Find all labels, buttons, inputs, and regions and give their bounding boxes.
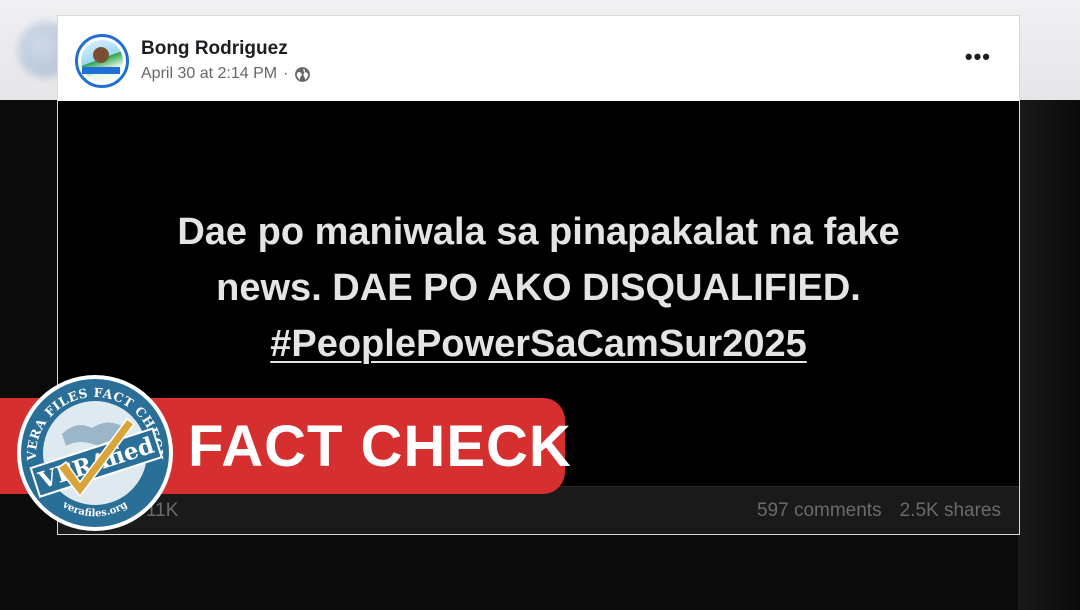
verafied-seal-logo: VERA FILES FACT CHECK verafiles.org VERA…	[17, 375, 173, 531]
more-options-button[interactable]: •••	[965, 46, 991, 68]
comments-count[interactable]: 597 comments	[757, 500, 882, 522]
post-header: Bong Rodriguez April 30 at 2:14 PM · •••	[58, 16, 1019, 101]
post-text-line-1: Dae po maniwala sa pinapakalat na fake	[177, 210, 900, 253]
author-name[interactable]: Bong Rodriguez	[141, 38, 288, 60]
post-meta: April 30 at 2:14 PM ·	[141, 65, 311, 83]
post-text: Dae po maniwala sa pinapakalat na fake n…	[177, 204, 899, 372]
post-text-line-2: news. DAE PO AKO DISQUALIFIED.	[216, 266, 861, 309]
avatar-banner	[82, 67, 120, 74]
meta-separator: ·	[283, 65, 289, 82]
shares-count[interactable]: 2.5K shares	[900, 500, 1001, 522]
post-stats: 597 comments 2.5K shares	[757, 500, 1001, 522]
feed-backdrop-right	[1018, 100, 1080, 610]
hashtag-link[interactable]: #PeoplePowerSaCamSur2025	[270, 323, 807, 365]
avatar-person	[93, 47, 109, 63]
post-timestamp[interactable]: April 30 at 2:14 PM	[141, 65, 277, 83]
avatar[interactable]	[75, 34, 129, 88]
globe-icon	[294, 66, 311, 83]
fact-check-label: FACT CHECK	[188, 414, 572, 479]
